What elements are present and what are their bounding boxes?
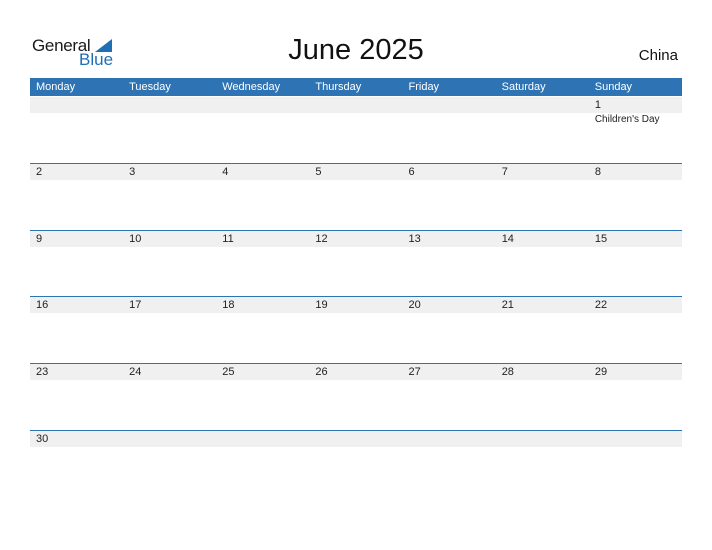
day-number: 19 (315, 299, 328, 311)
page-title: June 2025 (288, 34, 424, 66)
day-cell[interactable]: 11 (216, 231, 309, 297)
day-cell[interactable]: 27 (403, 364, 496, 430)
day-cell[interactable]: 5 (309, 164, 402, 230)
day-number: 6 (408, 166, 415, 178)
country-label: China (638, 47, 678, 64)
day-number: 20 (408, 299, 421, 311)
day-number: 22 (594, 299, 608, 311)
day-cell[interactable]: 20 (403, 297, 496, 363)
day-number: 9 (36, 233, 43, 245)
day-number: 5 (315, 166, 322, 178)
week-row: 2 3 4 5 6 7 8 (30, 163, 682, 230)
day-cell[interactable]: 26 (309, 364, 402, 430)
weekday-monday: Monday (36, 81, 76, 93)
day-number: 10 (129, 233, 142, 245)
day-cell[interactable]: 18 (216, 297, 309, 363)
day-number: 13 (408, 233, 421, 245)
weekday-tuesday: Tuesday (129, 81, 171, 93)
day-number: 8 (594, 166, 601, 178)
day-cell[interactable]: 29 (589, 364, 682, 430)
day-number: 23 (36, 366, 49, 378)
day-number: 17 (129, 299, 142, 311)
day-cell[interactable]: 17 (123, 297, 216, 363)
day-cell[interactable]: 8 (589, 164, 682, 230)
day-cell[interactable]: 21 (496, 297, 589, 363)
day-number: 3 (129, 166, 136, 178)
day-cell[interactable] (589, 431, 682, 497)
day-cell[interactable]: 3 (123, 164, 216, 230)
day-cell[interactable]: 13 (403, 231, 496, 297)
day-cell[interactable] (496, 97, 589, 163)
holiday-label: Children's Day (594, 114, 660, 125)
day-cell[interactable]: 24 (123, 364, 216, 430)
weekday-saturday: Saturday (501, 81, 546, 93)
day-number: 1 (594, 99, 601, 111)
day-cell[interactable] (216, 97, 309, 163)
day-cell[interactable]: 19 (309, 297, 402, 363)
day-number: 16 (36, 299, 49, 311)
day-number: 27 (408, 366, 421, 378)
weekday-wednesday: Wednesday (222, 81, 281, 93)
day-number: 7 (501, 166, 508, 178)
weekday-friday: Friday (408, 81, 440, 93)
day-number: 21 (501, 299, 514, 311)
day-cell[interactable]: 2 (30, 164, 123, 230)
day-number: 26 (315, 366, 328, 378)
day-cell[interactable] (403, 97, 496, 163)
day-cell[interactable]: 1 Children's Day (589, 97, 682, 163)
week-row: 9 10 11 12 13 14 15 (30, 230, 682, 297)
day-cell[interactable]: 9 (30, 231, 123, 297)
day-cell[interactable] (30, 97, 123, 163)
day-cell[interactable]: 16 (30, 297, 123, 363)
day-cell[interactable]: 30 (30, 431, 123, 497)
day-number: 11 (222, 233, 234, 245)
week-row: 16 17 18 19 20 21 22 (30, 296, 682, 363)
day-cell[interactable] (309, 431, 402, 497)
day-cell[interactable] (496, 431, 589, 497)
day-cell[interactable]: 7 (496, 164, 589, 230)
weekday-sunday: Sunday (594, 81, 633, 93)
day-number: 14 (501, 233, 514, 245)
day-cell[interactable]: 10 (123, 231, 216, 297)
day-cell[interactable] (309, 97, 402, 163)
day-number: 30 (36, 433, 49, 445)
day-cell[interactable]: 15 (589, 231, 682, 297)
week-row: 30 (30, 430, 682, 497)
day-cell[interactable] (123, 431, 216, 497)
week-row: 1 Children's Day (30, 97, 682, 163)
day-number: 12 (315, 233, 328, 245)
day-cell[interactable]: 25 (216, 364, 309, 430)
day-number: 25 (222, 366, 235, 378)
day-number: 2 (36, 166, 43, 178)
day-cell[interactable] (216, 431, 309, 497)
day-cell[interactable] (403, 431, 496, 497)
weekday-header: Monday Tuesday Wednesday Thursday Friday… (30, 78, 682, 96)
weekday-thursday: Thursday (315, 81, 362, 93)
day-cell[interactable]: 14 (496, 231, 589, 297)
day-number: 18 (222, 299, 235, 311)
day-number: 24 (129, 366, 142, 378)
day-number: 29 (594, 366, 608, 378)
day-cell[interactable]: 6 (403, 164, 496, 230)
day-number: 15 (594, 233, 608, 245)
day-cell[interactable] (123, 97, 216, 163)
day-cell[interactable]: 12 (309, 231, 402, 297)
day-cell[interactable]: 28 (496, 364, 589, 430)
day-number: 28 (501, 366, 514, 378)
week-row: 23 24 25 26 27 28 29 (30, 363, 682, 430)
day-cell[interactable]: 22 (589, 297, 682, 363)
day-cell[interactable]: 4 (216, 164, 309, 230)
day-number: 4 (222, 166, 229, 178)
day-cell[interactable]: 23 (30, 364, 123, 430)
